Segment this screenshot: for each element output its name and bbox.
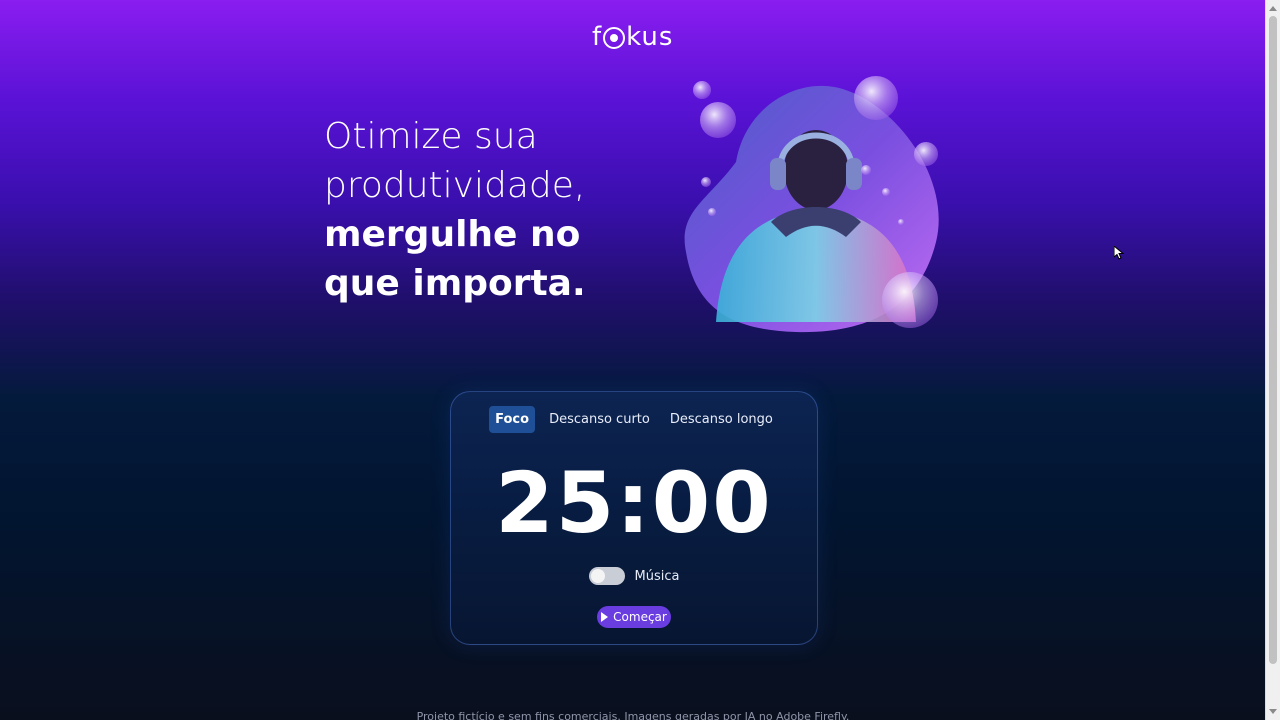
- headphone-right: [846, 158, 862, 190]
- timer-tabs: Foco Descanso curto Descanso longo: [451, 406, 817, 433]
- hero-illustration: [684, 76, 939, 333]
- music-row: Música: [451, 567, 817, 585]
- logo-text-end: kus: [626, 22, 674, 52]
- headphone-left: [770, 158, 786, 190]
- play-icon: [601, 612, 609, 622]
- tab-descanso-longo[interactable]: Descanso longo: [664, 406, 779, 433]
- fokus-logo: f kus: [592, 22, 673, 52]
- music-toggle[interactable]: [588, 567, 625, 585]
- headline-line-2: produtividade,: [324, 165, 586, 206]
- bubble-icon: [854, 76, 898, 120]
- timer-card: Foco Descanso curto Descanso longo 25:00…: [450, 391, 818, 645]
- start-button[interactable]: Começar: [597, 606, 671, 628]
- hero-headline: Otimize sua produtividade, mergulhe no q…: [324, 112, 586, 308]
- music-label: Música: [634, 568, 680, 584]
- footer-text: Projeto fictício e sem fins comerciais. …: [416, 710, 850, 720]
- bubble-icon: [701, 177, 711, 187]
- scroll-up-arrow-icon[interactable]: [1269, 6, 1277, 11]
- timer-display: 25:00: [495, 454, 773, 552]
- mouse-cursor-icon: [1114, 246, 1124, 260]
- bubble-icon: [882, 272, 938, 328]
- bubble-icon: [861, 165, 871, 175]
- scrollbar-thumb[interactable]: [1269, 16, 1277, 664]
- start-button-label: Começar: [613, 610, 667, 624]
- bubble-icon: [700, 102, 736, 138]
- headline-line-4: que importa.: [324, 263, 586, 304]
- headline-line-3: mergulhe no: [324, 214, 581, 255]
- bubble-icon: [898, 219, 904, 225]
- headline-line-1: Otimize sua: [324, 116, 538, 157]
- bubble-icon: [693, 81, 711, 99]
- bubble-icon: [708, 208, 716, 216]
- toggle-knob: [590, 569, 605, 583]
- bubble-icon: [882, 188, 890, 196]
- scroll-down-arrow-icon[interactable]: [1269, 709, 1277, 714]
- logo-text-start: f: [592, 22, 603, 52]
- page-scrollbar[interactable]: [1265, 0, 1280, 720]
- tab-foco[interactable]: Foco: [489, 406, 536, 433]
- bubble-icon: [914, 142, 938, 166]
- tab-descanso-curto[interactable]: Descanso curto: [543, 406, 656, 433]
- focus-ring-icon: [603, 27, 626, 49]
